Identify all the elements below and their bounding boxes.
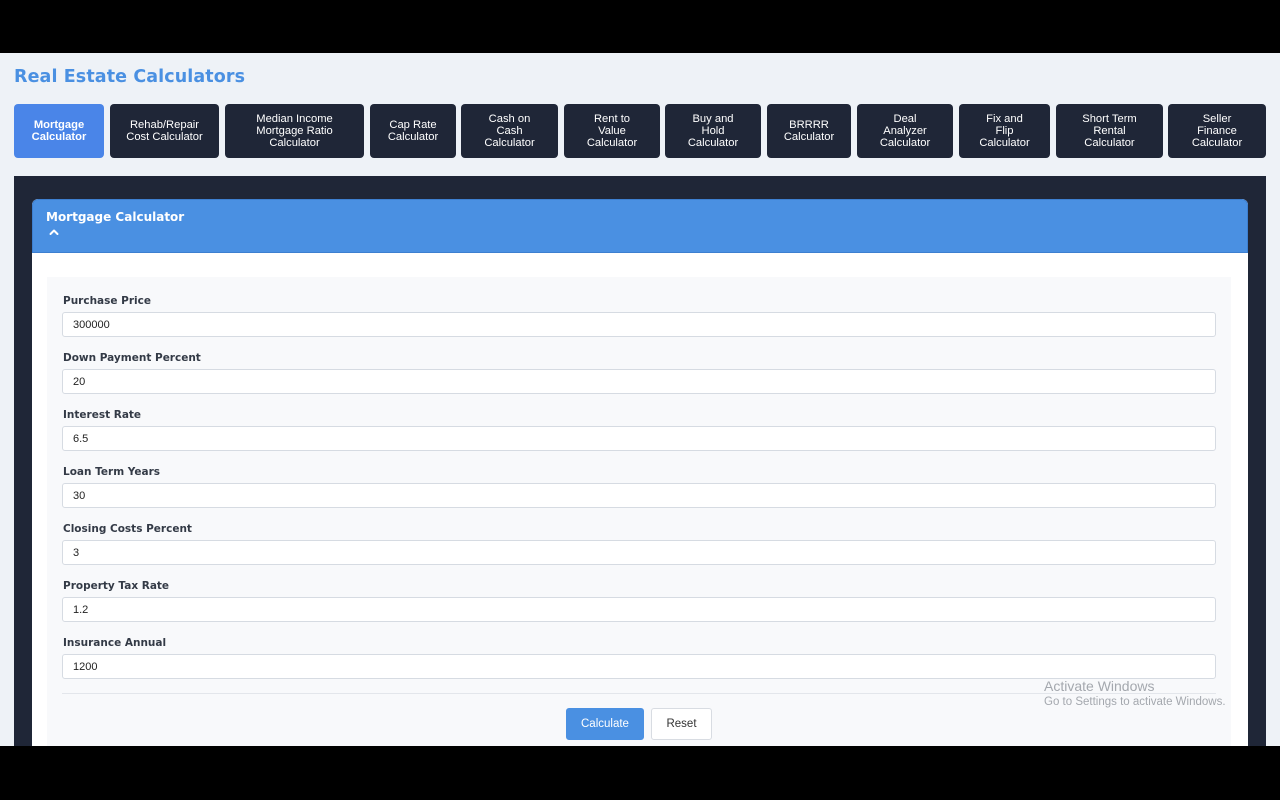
tab-buy-and-hold-calculator[interactable]: Buy and Hold Calculator	[665, 104, 761, 158]
mortgage-calculator-card: Mortgage Calculator Purchase Price Down …	[32, 199, 1248, 746]
insurance-annual-label: Insurance Annual	[63, 637, 167, 649]
chevron-up-icon[interactable]	[49, 228, 59, 236]
property-tax-rate-label: Property Tax Rate	[63, 580, 170, 592]
tab-cap-rate-calculator[interactable]: Cap Rate Calculator	[370, 104, 456, 158]
purchase-price-label: Purchase Price	[63, 295, 151, 307]
closing-costs-percent-input[interactable]	[62, 540, 1216, 565]
card-title: Mortgage Calculator	[46, 210, 185, 224]
tab-median-income-mortgage-ratio-calculator[interactable]: Median Income Mortgage Ratio Calculator	[225, 104, 364, 158]
tab-rehab-repair-cost-calculator[interactable]: Rehab/Repair Cost Calculator	[110, 104, 219, 158]
tab-rent-to-value-calculator[interactable]: Rent to Value Calculator	[564, 104, 660, 158]
tab-fix-and-flip-calculator[interactable]: Fix and Flip Calculator	[959, 104, 1050, 158]
tab-seller-finance-calculator[interactable]: Seller Finance Calculator	[1168, 104, 1266, 158]
tab-brrrr-calculator[interactable]: BRRRR Calculator	[767, 104, 851, 158]
loan-term-years-label: Loan Term Years	[63, 466, 161, 478]
tab-short-term-rental-calculator[interactable]: Short Term Rental Calculator	[1056, 104, 1163, 158]
watermark-subtitle: Go to Settings to activate Windows.	[1044, 696, 1226, 708]
closing-costs-percent-label: Closing Costs Percent	[63, 523, 192, 535]
calculator-panel: Mortgage Calculator Purchase Price Down …	[14, 176, 1266, 746]
down-payment-percent-label: Down Payment Percent	[63, 352, 201, 364]
tab-deal-analyzer-calculator[interactable]: Deal Analyzer Calculator	[857, 104, 953, 158]
loan-term-years-input[interactable]	[62, 483, 1216, 508]
down-payment-percent-input[interactable]	[62, 369, 1216, 394]
tab-cash-on-cash-calculator[interactable]: Cash on Cash Calculator	[461, 104, 558, 158]
reset-button[interactable]: Reset	[651, 708, 712, 740]
tab-mortgage-calculator[interactable]: Mortgage Calculator	[14, 104, 104, 158]
form-divider	[62, 693, 1216, 694]
app-viewport: Real Estate Calculators Mortgage Calcula…	[0, 53, 1280, 746]
app-title: Real Estate Calculators	[14, 67, 246, 87]
activate-windows-watermark: Activate Windows Go to Settings to activ…	[1044, 678, 1226, 708]
watermark-title: Activate Windows	[1044, 678, 1155, 694]
property-tax-rate-input[interactable]	[62, 597, 1216, 622]
card-header[interactable]: Mortgage Calculator	[32, 199, 1248, 253]
calculate-button[interactable]: Calculate	[566, 708, 644, 740]
mortgage-form: Purchase Price Down Payment Percent Inte…	[47, 277, 1231, 746]
purchase-price-input[interactable]	[62, 312, 1216, 337]
insurance-annual-input[interactable]	[62, 654, 1216, 679]
interest-rate-label: Interest Rate	[63, 409, 142, 421]
interest-rate-input[interactable]	[62, 426, 1216, 451]
